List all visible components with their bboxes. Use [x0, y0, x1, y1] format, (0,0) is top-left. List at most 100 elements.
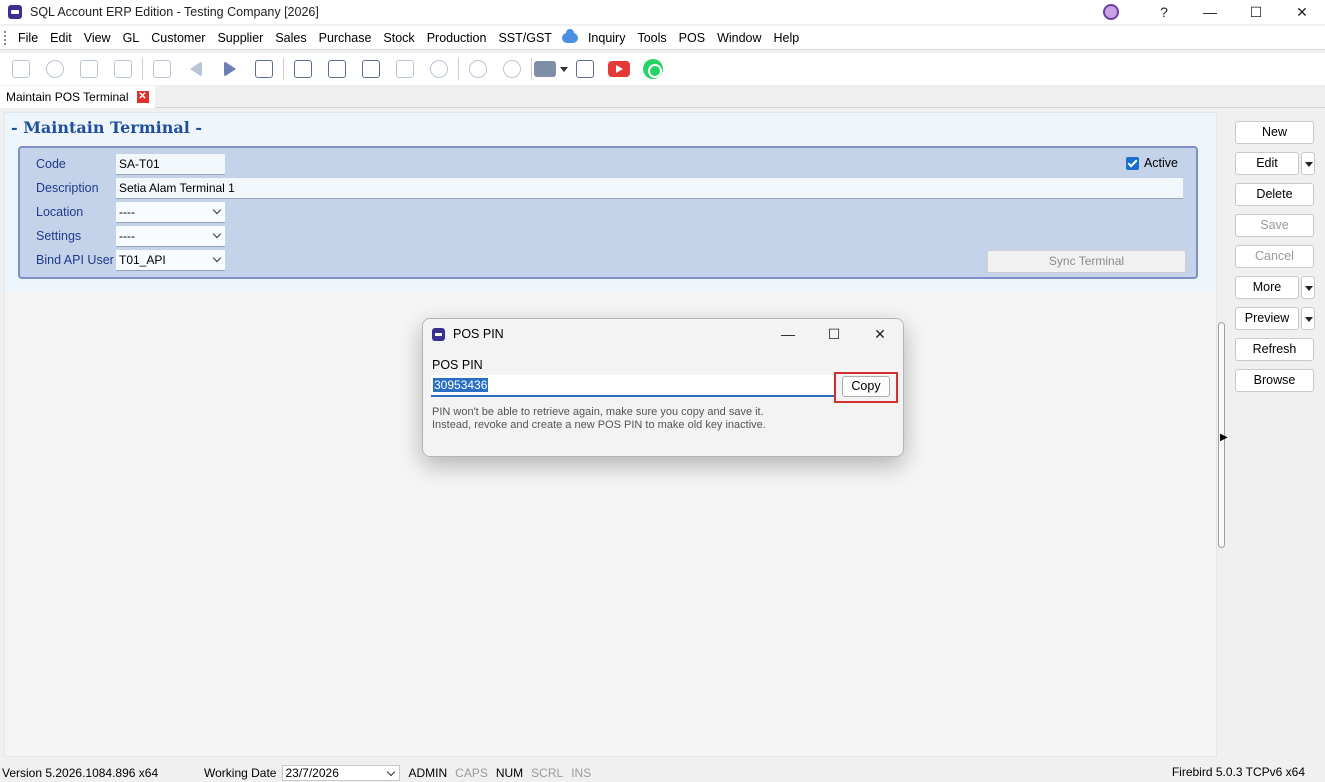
active-checkbox[interactable]: Active [1125, 156, 1178, 170]
menu-grip [4, 30, 6, 45]
title-bar: SQL Account ERP Edition - Testing Compan… [0, 0, 1325, 24]
home-button[interactable] [4, 55, 38, 83]
whatsapp-icon [643, 59, 663, 79]
copy-button[interactable]: Copy [842, 376, 890, 397]
menu-file[interactable]: File [12, 31, 44, 45]
more-dropdown-icon[interactable] [1301, 276, 1315, 299]
browse-button[interactable]: Browse [1235, 369, 1314, 392]
search-icon [469, 60, 487, 78]
menu-gl[interactable]: GL [117, 31, 146, 45]
menu-inquiry[interactable]: Inquiry [582, 31, 632, 45]
terminal-form-panel: Code SA-T01 Description Setia Alam Termi… [18, 146, 1198, 279]
search-button[interactable] [461, 55, 495, 83]
first-record-icon [153, 60, 171, 78]
code-field[interactable]: SA-T01 [116, 154, 225, 175]
description-field[interactable]: Setia Alam Terminal 1 [116, 178, 1183, 199]
settings-select[interactable]: ---- [116, 226, 225, 247]
menu-customer[interactable]: Customer [145, 31, 211, 45]
delete-document-icon [362, 60, 380, 78]
whatsapp-button[interactable] [636, 55, 670, 83]
page-title: - Maintain Terminal - [11, 118, 203, 137]
dialog-title: POS PIN [453, 327, 504, 341]
tab-close-icon[interactable]: ✕ [136, 91, 149, 103]
youtube-button[interactable] [602, 55, 636, 83]
chevron-down-icon[interactable] [560, 66, 568, 72]
save-button[interactable]: Save [1235, 214, 1314, 237]
menu-tools[interactable]: Tools [631, 31, 672, 45]
cloud-icon[interactable] [561, 28, 578, 43]
new-button[interactable]: New [1235, 121, 1314, 144]
checkbox-checked-icon[interactable] [1125, 156, 1139, 170]
refresh-button[interactable]: Refresh [1235, 338, 1314, 361]
sync-terminal-button[interactable]: Sync Terminal [987, 250, 1186, 273]
copy-icon [80, 60, 98, 78]
save-toolbar-button[interactable] [388, 55, 422, 83]
cut-button[interactable] [38, 55, 72, 83]
menu-pos[interactable]: POS [673, 31, 711, 45]
tab-maintain-pos-terminal[interactable]: Maintain POS Terminal ✕ [0, 86, 155, 108]
dialog-maximize-button[interactable]: ☐ [811, 319, 857, 349]
pin-warning-line-1: PIN won't be able to retrieve again, mak… [432, 406, 764, 418]
help-button[interactable]: ? [1141, 4, 1187, 20]
pos-pin-field[interactable]: 30953436 [431, 375, 835, 397]
caps-indicator: CAPS [455, 766, 488, 780]
user-avatar-icon[interactable] [1103, 4, 1119, 20]
chevron-down-icon [212, 253, 222, 263]
prev-record-icon [190, 61, 202, 77]
scissors-icon [46, 60, 64, 78]
menu-sales[interactable]: Sales [269, 31, 312, 45]
chevron-down-icon [387, 767, 396, 777]
minimize-button[interactable]: — [1187, 4, 1233, 20]
cancel-toolbar-button[interactable] [422, 55, 456, 83]
menu-purchase[interactable]: Purchase [313, 31, 378, 45]
paste-button[interactable] [106, 55, 140, 83]
prev-record-button[interactable] [179, 55, 213, 83]
menu-production[interactable]: Production [421, 31, 493, 45]
preview-button[interactable]: Preview [1235, 307, 1299, 330]
toolbar-separator [283, 58, 284, 80]
dialog-minimize-button[interactable]: — [765, 319, 811, 349]
edit-doc-button[interactable] [320, 55, 354, 83]
menu-supplier[interactable]: Supplier [211, 31, 269, 45]
settings-label: Settings [36, 229, 82, 243]
active-label: Active [1143, 156, 1178, 170]
edit-dropdown-icon[interactable] [1301, 152, 1315, 175]
edit-button[interactable]: Edit [1235, 152, 1299, 175]
pos-pin-label: POS PIN [432, 358, 483, 372]
form-header: - Maintain Terminal - Code SA-T01 Descri… [5, 113, 1216, 291]
menu-stock[interactable]: Stock [377, 31, 420, 45]
new-doc-button[interactable] [286, 55, 320, 83]
chevron-down-icon [212, 205, 222, 215]
more-button[interactable]: More [1235, 276, 1299, 299]
menu-help[interactable]: Help [768, 31, 806, 45]
preview-dropdown-icon[interactable] [1301, 307, 1315, 330]
description-label: Description [36, 181, 99, 195]
pos-pin-value: 30953436 [433, 378, 489, 392]
dialog-close-button[interactable]: ✕ [857, 319, 903, 349]
menu-window[interactable]: Window [711, 31, 767, 45]
chevron-down-icon [212, 229, 222, 239]
location-select[interactable]: ---- [116, 202, 225, 223]
copy-toolbar-button[interactable] [72, 55, 106, 83]
menu-edit[interactable]: Edit [44, 31, 78, 45]
print-button[interactable] [534, 55, 568, 83]
cancel-icon [430, 60, 448, 78]
refresh-toolbar-button[interactable] [495, 55, 529, 83]
working-date-field[interactable]: 23/7/2026 [282, 765, 401, 781]
last-record-button[interactable] [247, 55, 281, 83]
maximize-button[interactable]: ☐ [1233, 4, 1279, 21]
menu-view[interactable]: View [78, 31, 117, 45]
bind-api-user-select[interactable]: T01_API [116, 250, 225, 271]
new-document-icon [294, 60, 312, 78]
next-record-button[interactable] [213, 55, 247, 83]
delete-button[interactable]: Delete [1235, 183, 1314, 206]
first-record-button[interactable] [145, 55, 179, 83]
menu-sst-gst[interactable]: SST/GST [492, 31, 557, 45]
cancel-button[interactable]: Cancel [1235, 245, 1314, 268]
preview-toolbar-button[interactable] [568, 55, 602, 83]
location-label: Location [36, 205, 84, 219]
collapse-panel-icon[interactable]: ▶ [1220, 432, 1228, 443]
dialog-title-bar[interactable]: POS PIN — ☐ ✕ [423, 319, 903, 349]
delete-doc-button[interactable] [354, 55, 388, 83]
close-button[interactable]: ✕ [1279, 4, 1325, 21]
